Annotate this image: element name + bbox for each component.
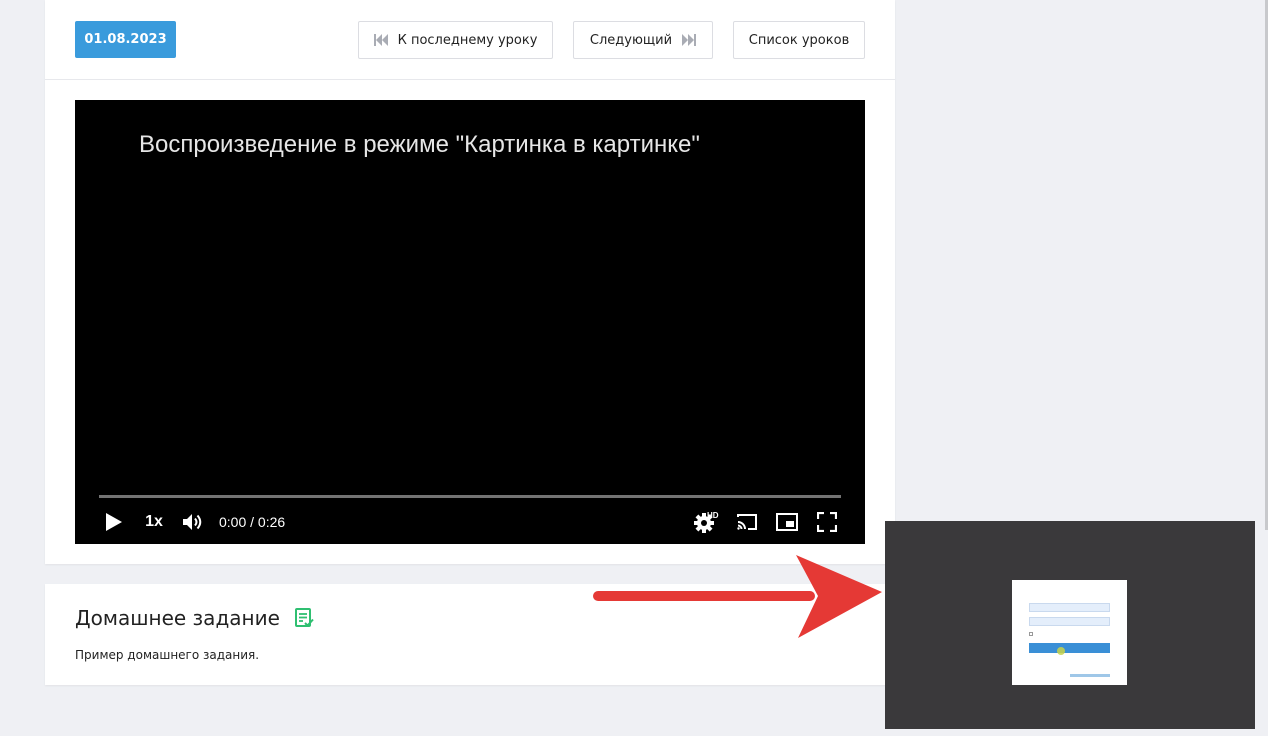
cast-icon — [737, 514, 757, 530]
playback-speed-button[interactable]: 1x — [143, 510, 165, 534]
lesson-list-label: Список уроков — [748, 32, 850, 48]
video-player[interactable]: Воспроизведение в режиме "Картинка в кар… — [75, 100, 865, 544]
settings-button[interactable]: HD — [694, 510, 720, 534]
play-icon — [106, 513, 122, 531]
lesson-card: 01.08.2023 К последнему уроку Следующий … — [45, 0, 895, 564]
playback-speed-label: 1x — [145, 513, 163, 530]
preview-footer-logo — [1070, 674, 1110, 677]
play-button[interactable] — [101, 510, 125, 534]
last-lesson-label: К последнему уроку — [397, 32, 538, 48]
pip-video-frame — [1012, 580, 1127, 685]
settings-hd-icon: HD — [694, 511, 719, 533]
homework-title: Домашнее задание — [75, 606, 280, 630]
skip-last-icon — [682, 34, 697, 46]
preview-login-field — [1029, 603, 1110, 612]
next-lesson-button[interactable]: Следующий — [573, 21, 713, 59]
miniplayer-button[interactable] — [775, 510, 799, 534]
preview-cursor-highlight — [1057, 647, 1065, 655]
video-progress-bar[interactable] — [99, 495, 841, 498]
cast-button[interactable] — [735, 510, 759, 534]
preview-password-field — [1029, 617, 1110, 626]
next-lesson-label: Следующий — [589, 32, 673, 48]
preview-checkbox — [1029, 632, 1033, 636]
homework-doc-icon — [294, 608, 314, 627]
hd-badge: HD — [707, 511, 719, 520]
homework-heading: Домашнее задание — [75, 606, 314, 630]
skip-first-icon — [373, 34, 388, 46]
red-pointer-arrow — [593, 555, 882, 638]
homework-description: Пример домашнего задания. — [75, 648, 260, 662]
volume-button[interactable] — [181, 510, 205, 534]
lesson-header: 01.08.2023 К последнему уроку Следующий … — [45, 0, 895, 80]
lesson-list-button[interactable]: Список уроков — [733, 21, 865, 59]
fullscreen-icon — [817, 512, 837, 532]
miniplayer-icon — [776, 513, 798, 531]
volume-icon — [183, 514, 202, 530]
fullscreen-button[interactable] — [815, 510, 839, 534]
preview-login-button — [1029, 643, 1110, 653]
last-lesson-button[interactable]: К последнему уроку — [358, 21, 553, 59]
video-time-display: 0:00 / 0:26 — [219, 514, 286, 530]
lesson-date-badge: 01.08.2023 — [75, 21, 176, 58]
picture-in-picture-window[interactable] — [885, 521, 1255, 729]
pip-mode-message: Воспроизведение в режиме "Картинка в кар… — [139, 131, 700, 158]
